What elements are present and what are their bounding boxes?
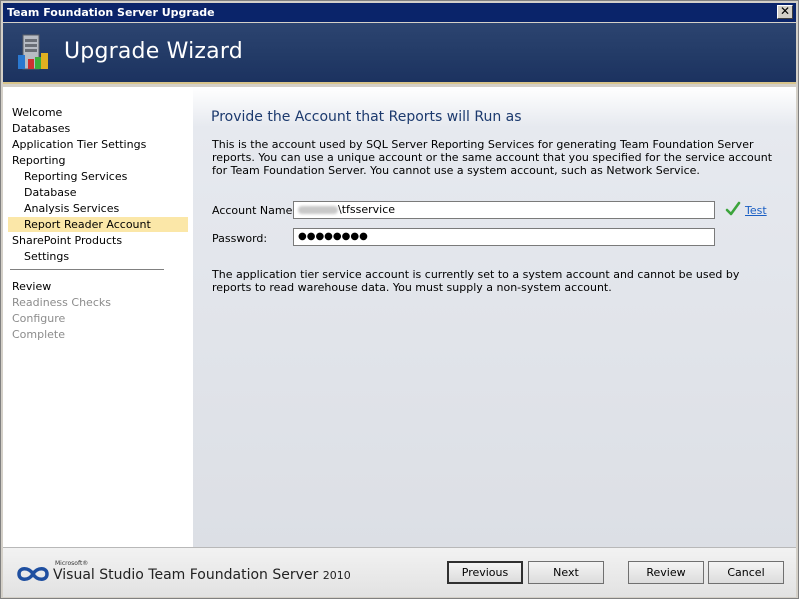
close-button[interactable]: ✕	[777, 5, 793, 19]
nav-item-sharepoint-products[interactable]: SharePoint Products	[8, 233, 122, 248]
nav-item-review[interactable]: Review	[8, 279, 51, 294]
wizard-nav: Welcome Databases Application Tier Setti…	[3, 87, 193, 547]
logo-product: Team Foundation Server	[143, 567, 323, 583]
logo-year: 2010	[322, 569, 351, 582]
banner-title: Upgrade Wizard	[64, 39, 243, 64]
nav-item-database[interactable]: Database	[20, 185, 77, 200]
account-name-input[interactable]: \tfsservice	[293, 201, 715, 219]
password-label: Password:	[212, 232, 268, 245]
logo-visual-studio: Visual Studio	[53, 567, 144, 583]
nav-item-complete: Complete	[12, 328, 66, 341]
wizard-window: Team Foundation Server Upgrade ✕ Upgrade…	[0, 0, 799, 599]
server-wizard-icon	[18, 34, 48, 70]
main-panel: Provide the Account that Reports will Ru…	[193, 87, 796, 547]
nav-item-welcome[interactable]: Welcome	[8, 105, 62, 120]
nav-item-report-reader-account[interactable]: Report Reader Account	[8, 217, 188, 232]
nav-divider	[10, 269, 164, 270]
logo-text: Visual Studio Team Foundation Server 201…	[53, 567, 351, 583]
nav-item-reporting[interactable]: Reporting	[8, 153, 65, 168]
nav-item-databases[interactable]: Databases	[8, 121, 70, 136]
infinity-logo-icon	[17, 567, 49, 581]
password-input[interactable]: ●●●●●●●●	[293, 228, 715, 246]
window-title: Team Foundation Server Upgrade	[7, 6, 215, 19]
account-name-label: Account Name:	[212, 204, 297, 217]
system-account-note: The application tier service account is …	[212, 268, 740, 294]
wizard-footer: Microsoft® Visual Studio Team Foundation…	[3, 547, 796, 597]
title-bar: Team Foundation Server Upgrade ✕	[3, 3, 796, 22]
nav-item-analysis-services[interactable]: Analysis Services	[20, 201, 119, 216]
next-button[interactable]: Next	[528, 561, 604, 584]
nav-item-settings[interactable]: Settings	[20, 249, 69, 264]
close-icon: ✕	[779, 4, 791, 18]
review-button[interactable]: Review	[628, 561, 704, 584]
logo-microsoft: Microsoft®	[55, 560, 89, 567]
check-icon	[725, 201, 741, 216]
redacted-domain	[298, 206, 338, 214]
test-account-link[interactable]: Test	[745, 204, 767, 217]
nav-item-readiness-checks: Readiness Checks	[12, 296, 111, 309]
nav-item-configure: Configure	[12, 312, 66, 325]
wizard-banner: Upgrade Wizard	[3, 23, 796, 84]
nav-item-reporting-services[interactable]: Reporting Services	[20, 169, 127, 184]
account-name-value: \tfsservice	[338, 203, 396, 216]
page-description: This is the account used by SQL Server R…	[212, 138, 773, 177]
nav-item-application-tier-settings[interactable]: Application Tier Settings	[8, 137, 146, 152]
previous-button[interactable]: Previous	[447, 561, 523, 584]
cancel-button[interactable]: Cancel	[708, 561, 784, 584]
password-value: ●●●●●●●●	[298, 231, 368, 242]
page-title: Provide the Account that Reports will Ru…	[211, 109, 522, 125]
